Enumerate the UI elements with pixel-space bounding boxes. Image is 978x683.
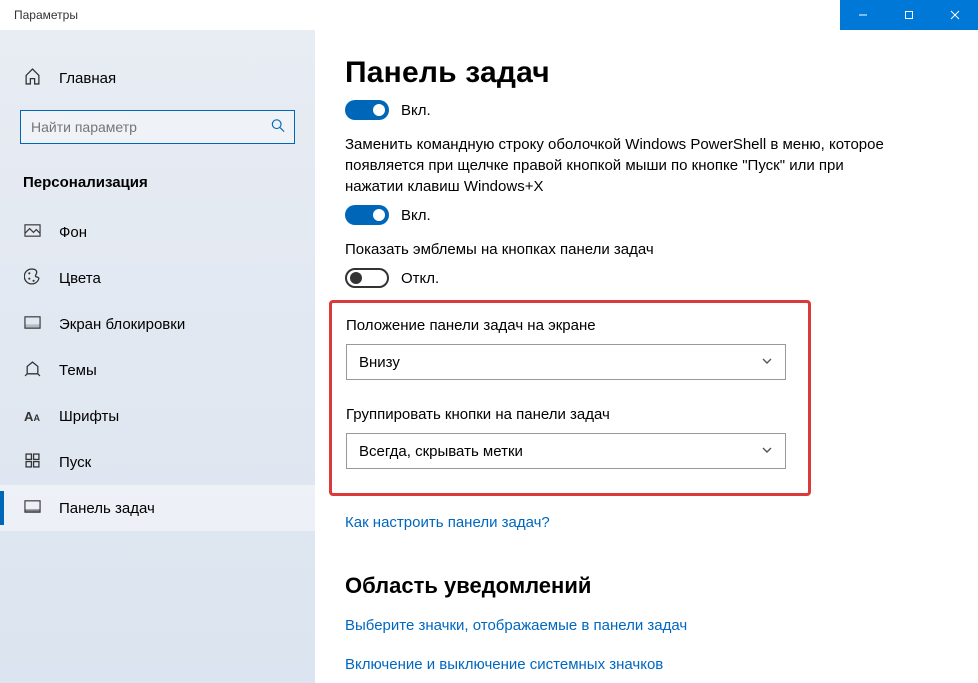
sidebar-item-taskbar[interactable]: Панель задач xyxy=(0,485,315,531)
fonts-icon: AA xyxy=(23,409,41,424)
position-label: Положение панели задач на экране xyxy=(346,317,792,334)
chevron-down-icon xyxy=(761,443,773,460)
sidebar: Главная Персонализация Фон xyxy=(0,30,315,683)
select-icons-link[interactable]: Выберите значки, отображаемые в панели з… xyxy=(345,617,940,634)
lockscreen-icon xyxy=(23,315,41,334)
notification-area-heading: Область уведомлений xyxy=(345,573,940,599)
position-dropdown[interactable]: Внизу xyxy=(346,344,786,380)
powershell-description: Заменить командную строку оболочкой Wind… xyxy=(345,134,905,197)
sidebar-item-label: Экран блокировки xyxy=(59,316,185,333)
group-dropdown[interactable]: Всегда, скрывать метки xyxy=(346,433,786,469)
toggle-powershell[interactable] xyxy=(345,205,389,225)
sidebar-item-fonts[interactable]: AA Шрифты xyxy=(0,393,315,439)
page-title: Панель задач xyxy=(345,56,940,90)
sidebar-item-label: Панель задач xyxy=(59,500,155,517)
toggle-general[interactable] xyxy=(345,100,389,120)
sidebar-item-colors[interactable]: Цвета xyxy=(0,255,315,301)
category-heading: Персонализация xyxy=(0,164,315,209)
group-label: Группировать кнопки на панели задач xyxy=(346,406,792,423)
search-input[interactable] xyxy=(20,110,295,144)
maximize-button[interactable] xyxy=(886,0,932,30)
content-pane: Панель задач Вкл. Заменить командную стр… xyxy=(315,30,978,683)
minimize-button[interactable] xyxy=(840,0,886,30)
palette-icon xyxy=(23,268,41,289)
window-controls xyxy=(840,0,978,30)
help-link[interactable]: Как настроить панели задач? xyxy=(345,514,940,531)
themes-icon xyxy=(23,360,41,381)
sidebar-item-label: Цвета xyxy=(59,270,101,287)
dropdown-value: Всегда, скрывать метки xyxy=(359,443,523,460)
picture-icon xyxy=(23,223,41,242)
system-icons-link[interactable]: Включение и выключение системных значков xyxy=(345,656,940,673)
home-label: Главная xyxy=(59,70,116,87)
start-icon xyxy=(23,453,41,472)
sidebar-item-themes[interactable]: Темы xyxy=(0,347,315,393)
sidebar-item-label: Шрифты xyxy=(59,408,119,425)
home-icon xyxy=(23,68,41,89)
sidebar-item-label: Фон xyxy=(59,224,87,241)
sidebar-item-background[interactable]: Фон xyxy=(0,209,315,255)
taskbar-icon xyxy=(23,499,41,518)
toggle-state-label: Вкл. xyxy=(401,102,431,119)
highlight-annotation: Положение панели задач на экране Внизу Г… xyxy=(329,300,811,496)
badges-label: Показать эмблемы на кнопках панели задач xyxy=(345,239,905,260)
close-button[interactable] xyxy=(932,0,978,30)
titlebar: Параметры xyxy=(0,0,978,30)
sidebar-item-start[interactable]: Пуск xyxy=(0,439,315,485)
window-title: Параметры xyxy=(0,8,840,22)
toggle-state-label: Откл. xyxy=(401,270,439,287)
home-nav[interactable]: Главная xyxy=(0,56,315,100)
sidebar-item-label: Пуск xyxy=(59,454,91,471)
toggle-state-label: Вкл. xyxy=(401,207,431,224)
sidebar-item-lockscreen[interactable]: Экран блокировки xyxy=(0,301,315,347)
chevron-down-icon xyxy=(761,354,773,371)
search-icon xyxy=(271,119,285,136)
toggle-badges[interactable] xyxy=(345,268,389,288)
dropdown-value: Внизу xyxy=(359,354,400,371)
sidebar-item-label: Темы xyxy=(59,362,97,379)
